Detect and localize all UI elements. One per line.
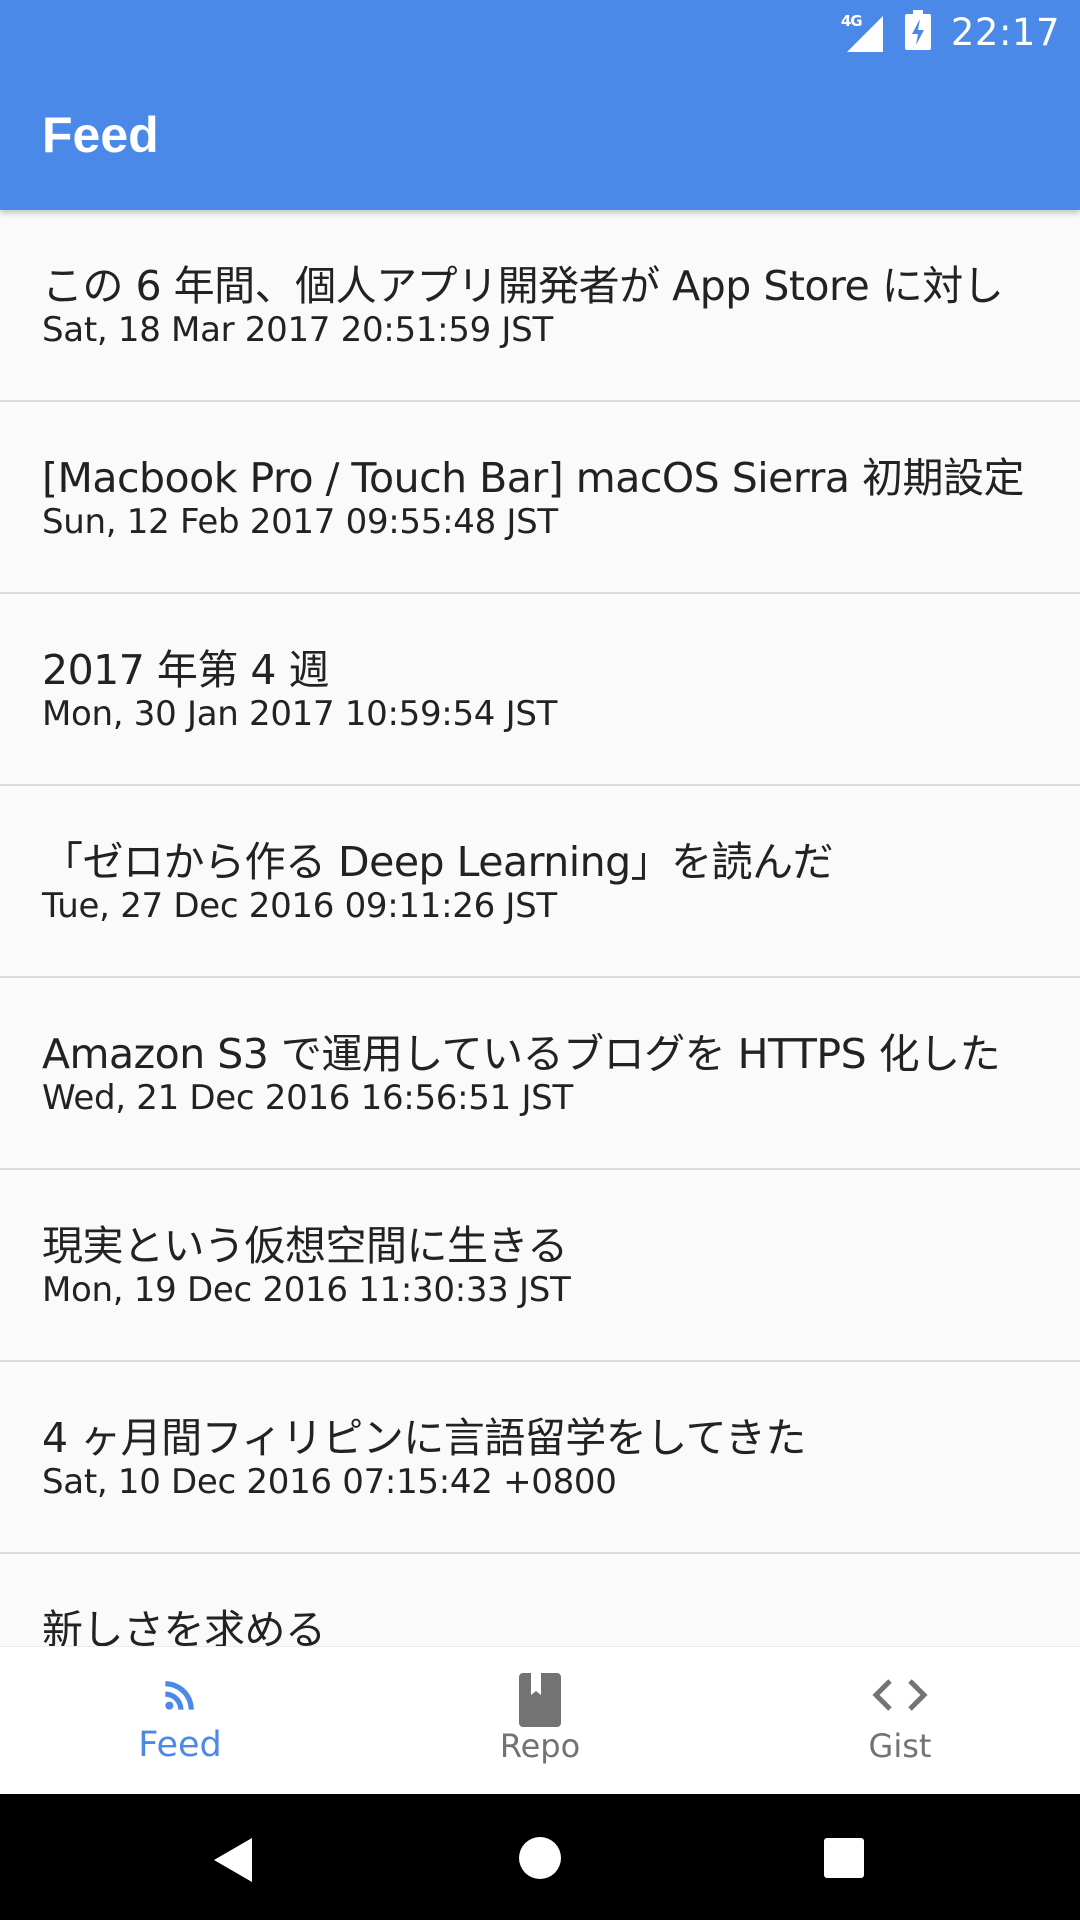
tab-feed[interactable]: Feed [0, 1647, 360, 1795]
rss-feed-icon [165, 1681, 194, 1710]
tab-label: Gist [868, 1727, 932, 1765]
tab-repo[interactable]: Repo [360, 1647, 720, 1795]
feed-item[interactable]: 4 ヶ月間フィリピンに言語留学をしてきた Sat, 10 Dec 2016 07… [0, 1362, 1080, 1554]
feed-item-title: Amazon S3 で運用しているブログを HTTPS 化した [42, 1030, 1001, 1078]
code-icon [872, 1679, 928, 1711]
tab-label: Repo [499, 1727, 581, 1765]
back-icon[interactable] [214, 1838, 254, 1882]
feed-item[interactable]: [Macbook Pro / Touch Bar] macOS Sierra 初… [0, 402, 1080, 594]
bottom-navigation: Feed Repo Gist [0, 1646, 1080, 1795]
page-title: Feed [42, 107, 159, 163]
system-navigation-bar [0, 1794, 1080, 1920]
battery-charging-icon [904, 10, 931, 54]
feed-item[interactable]: Amazon S3 で運用しているブログを HTTPS 化した Wed, 21 … [0, 978, 1080, 1170]
tab-gist[interactable]: Gist [720, 1647, 1080, 1795]
feed-item-title: この 6 年間、個人アプリ開発者が App Store に対し [42, 262, 1004, 310]
feed-item-title: [Macbook Pro / Touch Bar] macOS Sierra 初… [42, 454, 1025, 502]
recents-icon[interactable] [824, 1838, 864, 1878]
app-bar: 4G 22:17 Feed [0, 0, 1080, 210]
feed-item-date: Sat, 18 Mar 2017 20:51:59 JST [42, 310, 553, 350]
feed-item[interactable]: 「ゼロから作る Deep Learning」を読んだ Tue, 27 Dec 2… [0, 786, 1080, 978]
feed-item-title: 2017 年第 4 週 [42, 646, 330, 694]
feed-item-date: Wed, 21 Dec 2016 16:56:51 JST [42, 1078, 573, 1118]
feed-item-date: Mon, 30 Jan 2017 10:59:54 JST [42, 694, 558, 734]
feed-item-title: 新しさを求める [42, 1606, 326, 1646]
feed-item[interactable]: 現実という仮想空間に生きる Mon, 19 Dec 2016 11:30:33 … [0, 1170, 1080, 1362]
feed-item[interactable]: 2017 年第 4 週 Mon, 30 Jan 2017 10:59:54 JS… [0, 594, 1080, 786]
home-icon[interactable] [518, 1836, 562, 1880]
feed-item-date: Mon, 19 Dec 2016 11:30:33 JST [42, 1270, 571, 1310]
book-icon [519, 1673, 561, 1727]
feed-item-date: Sun, 12 Feb 2017 09:55:48 JST [42, 502, 558, 542]
status-bar: 4G 22:17 [841, 10, 1060, 54]
feed-item-title: 4 ヶ月間フィリピンに言語留学をしてきた [42, 1414, 806, 1462]
feed-list[interactable]: この 6 年間、個人アプリ開発者が App Store に対し Sat, 18 … [0, 210, 1080, 1646]
feed-item-date: Sat, 10 Dec 2016 07:15:42 +0800 [42, 1462, 617, 1502]
feed-item[interactable]: この 6 年間、個人アプリ開発者が App Store に対し Sat, 18 … [0, 210, 1080, 402]
feed-item-date: Tue, 27 Dec 2016 09:11:26 JST [42, 886, 557, 926]
feed-item[interactable]: 新しさを求める [0, 1554, 1080, 1646]
feed-item-title: 「ゼロから作る Deep Learning」を読んだ [42, 838, 834, 886]
tab-label: Feed [138, 1725, 222, 1765]
feed-item-title: 現実という仮想空間に生きる [42, 1222, 568, 1270]
clock: 22:17 [950, 10, 1060, 54]
cell-signal-icon: 4G [841, 12, 885, 52]
